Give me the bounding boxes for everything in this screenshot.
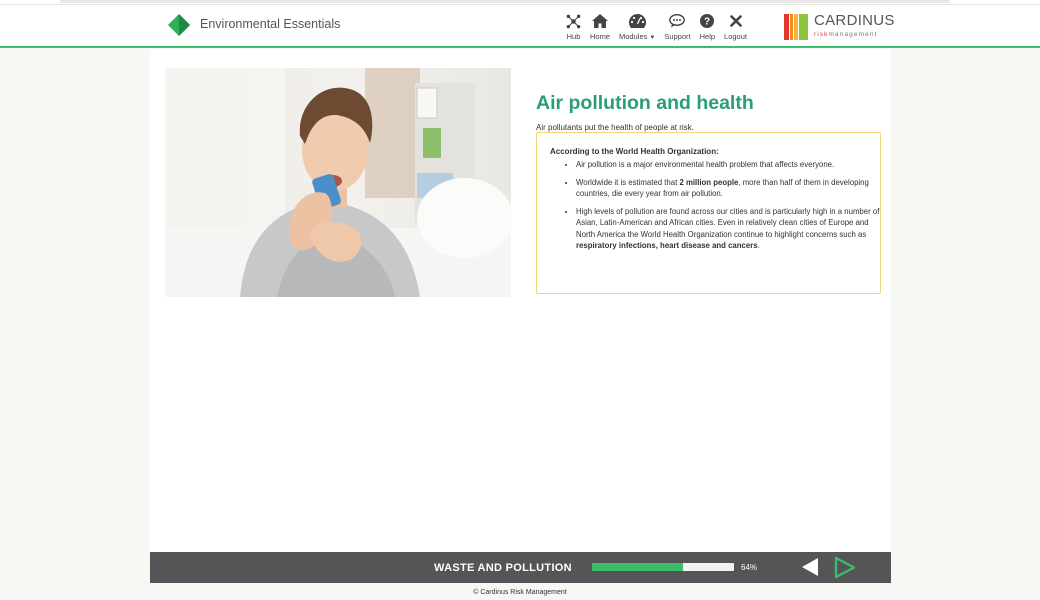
copyright-notice: © Cardinus Risk Management: [473, 589, 567, 596]
fact-3-text-b: .: [757, 241, 760, 250]
intro-text: Air pollutants put the health of people …: [536, 123, 694, 132]
arrow-right-icon: [834, 556, 856, 579]
nav-home[interactable]: Home: [590, 13, 610, 47]
module-footer-bar: WASTE AND POLLUTION 64%: [150, 552, 891, 583]
arrow-left-icon: [802, 558, 818, 576]
brand-tagline-rest: management: [828, 31, 878, 38]
fact-item-2: Worldwide it is estimated that 2 million…: [576, 177, 886, 200]
brand-name: CARDINUS: [814, 12, 895, 29]
next-page-button[interactable]: [834, 556, 856, 584]
cardinus-bars-icon: [784, 14, 808, 40]
nav-logout-label: Logout: [724, 32, 747, 41]
nav-modules-text: Modules: [619, 32, 648, 41]
nav-hub[interactable]: Hub: [566, 13, 581, 47]
fact-3-highlight: respiratory infections, heart disease an…: [576, 241, 758, 250]
brand-tagline-prefix: risk: [814, 31, 829, 38]
callout-heading: According to the World Health Organizati…: [550, 147, 719, 156]
previous-page-button[interactable]: [801, 558, 819, 581]
hub-icon: [566, 13, 581, 29]
nav-hub-label: Hub: [566, 32, 581, 41]
lesson-photo: [165, 68, 511, 297]
fact-item-1: Air pollution is a major environmental h…: [576, 159, 886, 171]
chevron-down-icon: ▼: [649, 35, 656, 41]
app-title: Environmental Essentials: [200, 17, 341, 31]
progress-fill: [592, 563, 683, 571]
address-bar-edge: [60, 0, 950, 3]
close-icon: [729, 13, 742, 29]
fact-item-3: High levels of pollution are found acros…: [576, 206, 886, 252]
progress-label: 64%: [741, 563, 758, 572]
nav-home-label: Home: [590, 32, 611, 41]
nav-modules-label: Modules ▼: [619, 32, 655, 41]
top-nav: Hub Home Modules ▼ Support ? Help Logout: [566, 13, 756, 47]
page-title: Air pollution and health: [536, 92, 754, 115]
nav-help[interactable]: ? Help: [700, 13, 715, 47]
question-icon: ?: [700, 13, 715, 29]
nav-support-label: Support: [664, 32, 691, 41]
nav-help-label: Help: [699, 32, 716, 41]
module-name: WASTE AND POLLUTION: [434, 562, 572, 574]
nav-logout[interactable]: Logout: [724, 13, 747, 47]
home-icon: [592, 13, 608, 29]
fact-list: Air pollution is a major environmental h…: [550, 159, 886, 258]
app-logo-icon: [168, 14, 190, 36]
chat-icon: [669, 13, 686, 29]
progress-bar: [592, 563, 734, 571]
nav-support[interactable]: Support: [664, 13, 691, 47]
brand-tagline: riskmanagement: [814, 31, 877, 38]
fact-3-text-a: High levels of pollution are found acros…: [576, 206, 880, 239]
svg-text:?: ?: [704, 17, 710, 28]
fact-2-highlight: 2 million people: [679, 177, 739, 187]
boy-inhaler-image: [165, 68, 511, 297]
dashboard-icon: [628, 13, 646, 29]
app-header: Environmental Essentials Hub Home Module…: [0, 5, 1040, 48]
nav-modules[interactable]: Modules ▼: [619, 13, 655, 47]
lesson-content: Air pollution and health Air pollutants …: [150, 49, 891, 552]
who-callout-box: According to the World Health Organizati…: [536, 132, 881, 294]
fact-2-text-a: Worldwide it is estimated that: [576, 177, 680, 187]
